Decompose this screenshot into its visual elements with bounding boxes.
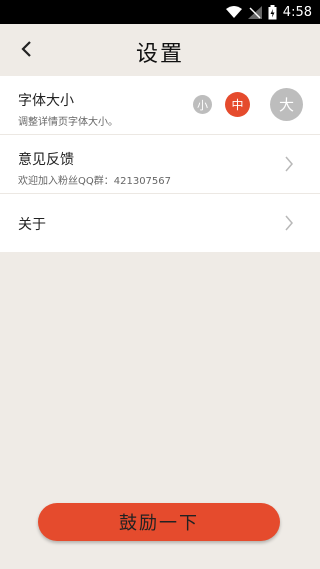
battery-icon: [268, 4, 277, 20]
font-size-description: 调整详情页字体大小。: [18, 117, 118, 128]
font-size-label: 字体大小: [18, 93, 74, 109]
signal-icon: [247, 5, 262, 19]
status-bar: 4:58: [0, 0, 320, 24]
about-row[interactable]: 关于: [0, 194, 320, 253]
wifi-icon: [225, 5, 242, 19]
feedback-description: 欢迎加入粉丝QQ群：421307567: [18, 176, 172, 187]
font-size-row: 字体大小 调整详情页字体大小。 小 中 大: [0, 76, 320, 135]
feedback-label: 意见反馈: [18, 152, 74, 168]
header: 设置: [0, 24, 320, 76]
font-size-small-button[interactable]: 小: [193, 95, 212, 114]
chevron-right-icon: [285, 215, 293, 231]
font-size-large-button[interactable]: 大: [270, 88, 303, 121]
feedback-row[interactable]: 意见反馈 欢迎加入粉丝QQ群：421307567: [0, 135, 320, 194]
page-title: 设置: [135, 42, 184, 67]
font-size-medium-button[interactable]: 中: [225, 92, 250, 117]
status-time: 4:58: [282, 4, 312, 20]
about-label: 关于: [18, 217, 46, 233]
settings-panel: 字体大小 调整详情页字体大小。 小 中 大 意见反馈 欢迎加入粉丝QQ群：421…: [0, 76, 320, 252]
chevron-right-icon: [285, 156, 293, 172]
encourage-button[interactable]: 鼓励一下: [38, 503, 280, 541]
